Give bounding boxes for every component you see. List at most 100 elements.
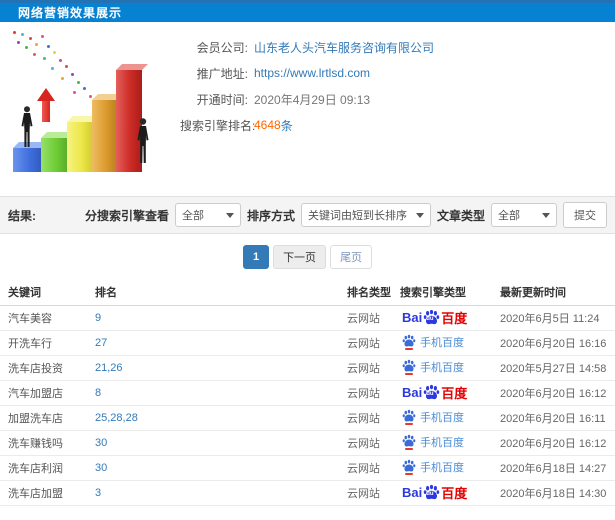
article-type-label: 文章类型 <box>436 208 485 223</box>
open-time-row: 开通时间: 2020年4月29日 09:13 <box>180 86 615 112</box>
mobile-baidu-paw-icon <box>402 359 416 376</box>
page-header: 网络营销效果展示 <box>0 0 615 22</box>
keyword-cell: 洗车赚钱吗 <box>0 430 87 456</box>
engine-select[interactable]: 全部 <box>174 203 241 227</box>
keyword-rank-table: 关键词 排名 排名类型 搜索引擎类型 最新更新时间 汽车美容 9 云网站 Bai <box>0 280 615 506</box>
rank-link[interactable]: 27 <box>95 337 107 349</box>
keyword-cell: 洗车店投资 <box>0 355 87 381</box>
bar-chart-graphic <box>5 27 175 182</box>
rank-link[interactable]: 8 <box>95 387 101 399</box>
update-time-cell: 2020年6月18日 14:27 <box>492 455 615 481</box>
chart-bar-green <box>41 138 69 172</box>
table-row: 汽车美容 9 云网站 Bai du 百度 2020年6月5日 11:24 <box>0 305 615 331</box>
update-time-cell: 2020年6月20日 16:11 <box>492 405 615 431</box>
engine-cell: Bai du 百度 <box>392 455 492 481</box>
filter-controls: 分搜索引擎查看 全部 排序方式 关键词由短到长排序 文章类型 全部 提交 <box>85 202 607 228</box>
mobile-baidu-paw-icon <box>402 334 416 351</box>
result-label: 结果: <box>8 208 36 223</box>
keyword-cell: 洗车店利润 <box>0 455 87 481</box>
baidu-mobile-logo: 手机百度 <box>402 409 464 426</box>
info-section: 会员公司: 山东老人头汽车服务咨询有限公司 推广地址: https://www.… <box>0 22 615 192</box>
update-time-cell: 2020年6月5日 11:24 <box>492 305 615 331</box>
rank-type-cell: 云网站 <box>339 405 392 431</box>
engine-rank-row: 搜索引擎排名: 4648 条 <box>180 112 615 138</box>
sort-select[interactable]: 关键词由短到长排序 <box>300 203 431 227</box>
company-label: 会员公司: <box>196 40 248 55</box>
engine-cell: Bai du 百度 <box>392 330 492 356</box>
rank-cell: 27 <box>87 330 339 356</box>
update-time-cell: 2020年5月27日 14:58 <box>492 355 615 381</box>
keyword-cell: 加盟洗车店 <box>0 405 87 431</box>
col-rank-type: 排名类型 <box>339 280 392 306</box>
article-type-select[interactable]: 全部 <box>491 203 557 227</box>
keyword-cell: 洗车店加盟 <box>0 480 87 506</box>
baidu-paw-icon: du <box>423 309 440 326</box>
update-time-cell: 2020年6月20日 16:12 <box>492 430 615 456</box>
update-time-cell: 2020年6月20日 16:12 <box>492 380 615 406</box>
rank-cell: 3 <box>87 480 339 506</box>
pagination: 1 下一页 尾页 <box>0 234 615 280</box>
open-time-value: 2020年4月29日 09:13 <box>254 92 371 107</box>
engine-rank-label: 搜索引擎排名: <box>180 118 256 133</box>
businessman-figure-right <box>137 118 149 163</box>
company-link[interactable]: 山东老人头汽车服务咨询有限公司 <box>254 39 434 56</box>
baidu-logo: Bai du 百度 <box>402 484 468 501</box>
chevron-down-icon <box>415 212 424 218</box>
rank-link[interactable]: 25,28,28 <box>95 412 138 424</box>
rank-type-cell: 云网站 <box>339 355 392 381</box>
update-time-cell: 2020年6月20日 16:16 <box>492 330 615 356</box>
engine-cell: Bai du 百度 <box>392 305 492 331</box>
company-info-panel: 会员公司: 山东老人头汽车服务咨询有限公司 推广地址: https://www.… <box>180 34 615 138</box>
rank-link[interactable]: 30 <box>95 437 107 449</box>
chart-bar-yellow <box>67 122 94 172</box>
rank-cell: 30 <box>87 430 339 456</box>
next-page-button[interactable]: 下一页 <box>273 245 327 269</box>
keyword-cell: 开洗车行 <box>0 330 87 356</box>
sort-label: 排序方式 <box>246 208 295 223</box>
engine-cell: Bai du 百度 <box>392 355 492 381</box>
table-row: 开洗车行 27 云网站 Bai du 百度 <box>0 330 615 356</box>
chart-bar-orange <box>92 100 118 172</box>
rank-cell: 9 <box>87 305 339 331</box>
confetti-decoration <box>13 31 16 34</box>
chart-bar-blue <box>13 148 43 172</box>
engine-filter-label: 分搜索引擎查看 <box>84 208 169 223</box>
baidu-paw-icon: du <box>423 384 440 401</box>
businessman-figure-left <box>21 106 33 147</box>
rank-type-cell: 云网站 <box>339 380 392 406</box>
rank-type-cell: 云网站 <box>339 480 392 506</box>
rank-type-cell: 云网站 <box>339 455 392 481</box>
table-row: 洗车店利润 30 云网站 Bai du 百度 <box>0 455 615 481</box>
col-keyword: 关键词 <box>0 280 87 306</box>
submit-button[interactable]: 提交 <box>563 202 607 228</box>
keyword-cell: 汽车美容 <box>0 305 87 331</box>
rank-link[interactable]: 3 <box>95 487 101 499</box>
engine-rank-unit: 条 <box>280 118 293 133</box>
last-page-button[interactable]: 尾页 <box>330 245 373 269</box>
baidu-mobile-logo: 手机百度 <box>402 434 464 451</box>
engine-cell: Bai du 百度 <box>392 405 492 431</box>
table-row: 洗车赚钱吗 30 云网站 Bai du 百度 <box>0 430 615 456</box>
rank-cell: 25,28,28 <box>87 405 339 431</box>
promo-url-link[interactable]: https://www.lrtlsd.com <box>254 66 370 80</box>
chevron-down-icon <box>225 212 234 218</box>
rank-type-cell: 云网站 <box>339 305 392 331</box>
growth-arrow-icon <box>37 88 55 122</box>
engine-cell: Bai du 百度 <box>392 430 492 456</box>
col-rank: 排名 <box>87 280 339 306</box>
promo-url-row: 推广地址: https://www.lrtlsd.com <box>180 60 615 86</box>
mobile-baidu-paw-icon <box>402 459 416 476</box>
rank-cell: 30 <box>87 455 339 481</box>
rank-type-cell: 云网站 <box>339 430 392 456</box>
keyword-cell: 汽车加盟店 <box>0 380 87 406</box>
table-header-row: 关键词 排名 排名类型 搜索引擎类型 最新更新时间 <box>0 280 615 306</box>
rank-link[interactable]: 9 <box>95 312 101 324</box>
table-row: 洗车店投资 21,26 云网站 Bai du 百度 <box>0 355 615 381</box>
rank-link[interactable]: 30 <box>95 462 107 474</box>
page-1-button[interactable]: 1 <box>242 245 270 269</box>
chevron-down-icon <box>542 212 550 218</box>
table-row: 汽车加盟店 8 云网站 Bai du 百度 2020年6月20日 16:12 <box>0 380 615 406</box>
baidu-logo: Bai du 百度 <box>402 384 468 401</box>
rank-link[interactable]: 21,26 <box>95 362 123 374</box>
filter-bar: 结果: 分搜索引擎查看 全部 排序方式 关键词由短到长排序 文章类型 全部 提交 <box>0 196 615 234</box>
